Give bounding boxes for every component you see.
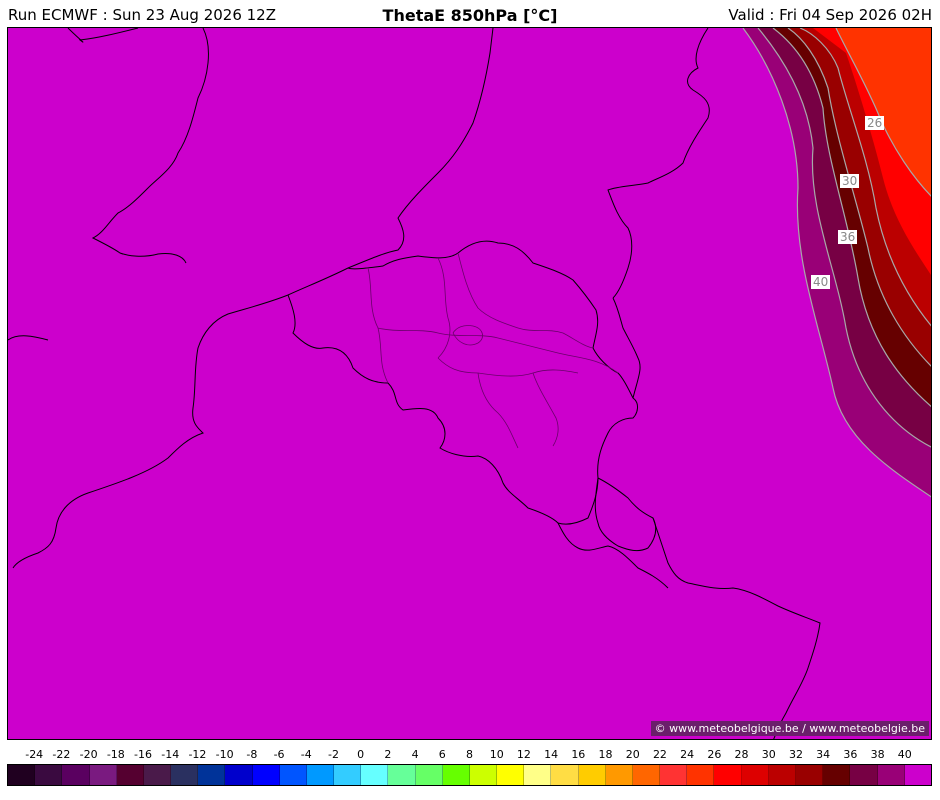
legend-label: 40: [897, 748, 912, 761]
legend-label: -20: [79, 748, 98, 761]
legend-label: 32: [788, 748, 803, 761]
legend-label: 24: [680, 748, 695, 761]
lux-border: [594, 477, 657, 552]
legend-swatch: [225, 765, 253, 785]
legend-swatch: [904, 765, 931, 785]
legend-swatch: [632, 765, 661, 785]
legend-label: 36: [843, 748, 858, 761]
legend-label: 8: [466, 748, 473, 761]
map-panel: 26 30 36 40 © www.meteobelgique.be / www…: [7, 27, 932, 740]
legend-swatch: [687, 765, 715, 785]
legend-swatch: [660, 765, 688, 785]
french-coast: [12, 294, 289, 569]
legend-swatch: [171, 765, 199, 785]
credit-text: © www.meteobelgique.be / www.meteobelgie…: [650, 721, 929, 736]
legend-label: -8: [246, 748, 258, 761]
legend-label: -4: [300, 748, 312, 761]
legend-label: 30: [761, 748, 776, 761]
legend-swatch: [877, 765, 905, 785]
legend-swatch: [795, 765, 824, 785]
legend-swatch: [279, 765, 307, 785]
legend-label: 34: [816, 748, 831, 761]
legend-label: 10: [489, 748, 504, 761]
legend-swatch: [497, 765, 525, 785]
legend-swatch: [8, 765, 36, 785]
german-border: [612, 297, 821, 739]
legend-swatch: [442, 765, 470, 785]
legend-label: -24: [25, 748, 44, 761]
legend-label: -16: [134, 748, 152, 761]
legend-swatch: [415, 765, 443, 785]
england-coast: [8, 28, 209, 341]
contour-label-30: 30: [840, 174, 860, 188]
legend-swatch: [306, 765, 335, 785]
legend-label: 0: [357, 748, 365, 761]
legend-swatch: [252, 765, 280, 785]
legend-label: -22: [52, 748, 71, 761]
legend-swatch: [551, 765, 579, 785]
legend-swatch: [578, 765, 606, 785]
legend-label: 16: [571, 748, 586, 761]
legend-label: 18: [598, 748, 613, 761]
legend-swatch: [768, 765, 796, 785]
legend-swatch: [35, 765, 63, 785]
legend-swatch: [524, 765, 552, 785]
legend-label: 22: [652, 748, 667, 761]
legend-label: 26: [707, 748, 722, 761]
contour-label-26: 26: [865, 116, 885, 130]
legend-swatch: [89, 765, 117, 785]
legend-label: -10: [215, 748, 234, 761]
legend-swatch: [62, 765, 90, 785]
legend-swatch: [361, 765, 389, 785]
legend-swatch: [143, 765, 172, 785]
contour-label-36: 36: [838, 230, 858, 244]
contour-label-40: 40: [811, 275, 831, 289]
legend-swatch: [334, 765, 362, 785]
legend-color-bar: [7, 764, 932, 786]
legend-labels: -24 -22 -20 -18 -16 -14 -12 -10 -8 -6 -4 -2 0 2 4 6 8 10 1…: [7, 748, 932, 764]
legend-label: 14: [544, 748, 559, 761]
legend-swatch: [605, 765, 633, 785]
legend-label: 6: [438, 748, 446, 761]
legend-label: 38: [870, 748, 885, 761]
legend-label: -14: [161, 748, 180, 761]
legend-label: 20: [625, 748, 640, 761]
legend-swatch: [198, 765, 226, 785]
legend-label: 4: [411, 748, 419, 761]
legend-swatch: [850, 765, 878, 785]
legend-label: 2: [384, 748, 392, 761]
legend-label: -12: [188, 748, 207, 761]
legend-swatch: [741, 765, 769, 785]
france-south: [557, 522, 669, 589]
legend-label: 12: [516, 748, 531, 761]
dutch-coast: [287, 28, 710, 299]
legend-label: -2: [327, 748, 339, 761]
map-canvas: [8, 28, 931, 739]
legend-label: 28: [734, 748, 749, 761]
legend-swatch: [823, 765, 851, 785]
legend-swatch: [116, 765, 144, 785]
legend-swatch: [469, 765, 498, 785]
belgium-border: [287, 240, 638, 525]
valid-time: Valid : Fri 04 Sep 2026 02H: [728, 6, 932, 24]
legend-label: -6: [273, 748, 285, 761]
legend-swatch: [388, 765, 416, 785]
legend-swatch: [714, 765, 742, 785]
legend-label: -18: [106, 748, 125, 761]
